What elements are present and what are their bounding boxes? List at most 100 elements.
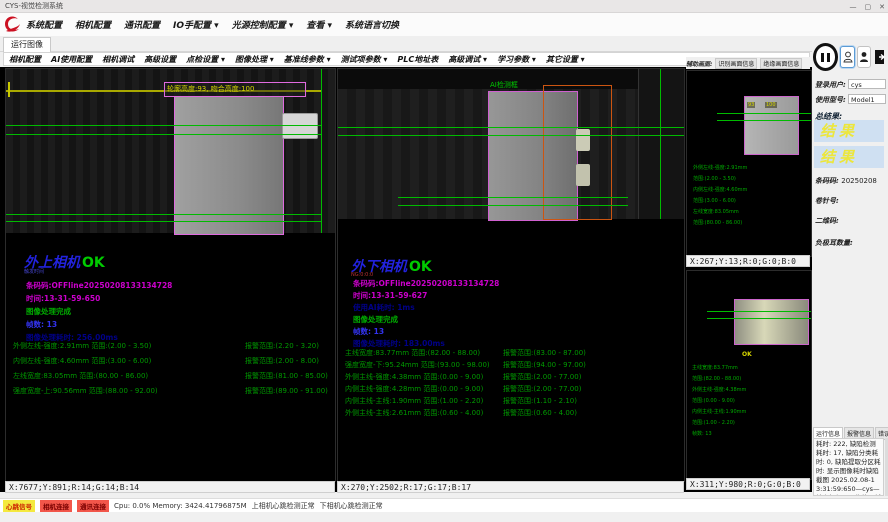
aux-tab-recognition[interactable]: 识别画面信息 bbox=[715, 58, 757, 69]
toolbar-item[interactable]: AI使用配置 bbox=[51, 54, 92, 65]
menu-item[interactable]: 光源控制配置 ▾ bbox=[232, 18, 294, 31]
menu-item[interactable]: IO手配置 ▾ bbox=[173, 18, 219, 31]
toolbar-item[interactable]: 图像处理 ▾ bbox=[235, 54, 274, 65]
toolbar-item[interactable]: 点检设置 ▾ bbox=[186, 54, 225, 65]
measure-line bbox=[707, 311, 811, 312]
close-icon[interactable]: ✕ bbox=[879, 3, 885, 11]
menu-item[interactable]: 通讯配置 bbox=[124, 18, 160, 31]
edge-marker bbox=[8, 82, 10, 97]
menu-item[interactable]: 相机配置 bbox=[75, 18, 111, 31]
time-text: 时间:13-31-59-627 bbox=[353, 290, 427, 301]
measure-line bbox=[338, 127, 684, 128]
toolbar-item[interactable]: 测试项参数 ▾ bbox=[341, 54, 388, 65]
measure-line bbox=[398, 205, 628, 206]
panel-buttons bbox=[813, 43, 887, 71]
vertical-measure-line bbox=[321, 69, 322, 233]
measurement-row: 外侧主线-强度:4.38mm 范围:(0.00 - 9.00) 报警范围:(2.0… bbox=[345, 372, 683, 384]
measurement-list: 主线宽度:83.77mm 范围:(82.00 - 88.00)报警范围:(83.… bbox=[345, 348, 683, 420]
overlay-mark: 93 bbox=[747, 102, 755, 108]
heartbeat-badge: 心跳信号 bbox=[3, 500, 35, 512]
thumb-text-line: 内侧主线-主线:1.90mm bbox=[692, 407, 746, 418]
thumb-result-lines: 主线宽度:83.77mm范围:(82.00 - 88.00)外侧主线-强度:4.… bbox=[692, 363, 746, 440]
alarm-range: 报警范围:(1.10 - 2.10) bbox=[503, 396, 577, 406]
toolbar-item[interactable]: 学习参数 ▾ bbox=[497, 54, 536, 65]
tab-count-label: 负极耳数量: bbox=[815, 238, 853, 248]
thumb-text-line: 内侧左线-强度:4.60mm bbox=[693, 185, 747, 196]
vertical-measure-line bbox=[660, 69, 661, 219]
log-textbox[interactable]: 耗时: 222, 缺陷检测耗时: 17, 缺陷分类耗时: 0, 缺陷提取分区耗时… bbox=[813, 438, 884, 496]
measure-value: 内侧左线-强度:4.60mm 范围:(3.00 - 6.00) bbox=[13, 356, 151, 366]
aux-view-bottom[interactable]: OK 主线宽度:83.77mm范围:(82.00 - 88.00)外侧主线-强度… bbox=[686, 270, 812, 480]
ai-box-label: AI检测框 bbox=[490, 80, 518, 90]
measure-line bbox=[707, 318, 811, 319]
user-switch-button[interactable] bbox=[857, 46, 871, 68]
camera-view-lower[interactable]: AI检测框 外下相机OK NG:0:0:0 条码码:OFFline2025020… bbox=[337, 68, 685, 482]
left-view-coords: X:7677;Y:891;R:14;G:14;B:14 bbox=[5, 481, 335, 493]
menu-item[interactable]: 查看 ▾ bbox=[306, 18, 332, 31]
user-filled-icon bbox=[859, 51, 869, 63]
thumb-text-line: 范围:(3.00 - 6.00) bbox=[693, 196, 747, 207]
maximize-icon[interactable]: ▢ bbox=[865, 3, 872, 11]
process-done-text: 图像处理完成 bbox=[353, 314, 398, 325]
toolbar-item[interactable]: 相机调试 bbox=[102, 54, 134, 65]
mid-view-coords: X:270;Y:2502;R:17;G:17;B:17 bbox=[337, 481, 684, 493]
login-label: 登录用户: bbox=[815, 80, 846, 90]
model-field[interactable]: Model1 bbox=[848, 94, 886, 104]
measure-value: 外侧主线-强度:4.38mm 范围:(0.00 - 9.00) bbox=[345, 372, 483, 382]
alarm-range: 报警范围:(2.00 - 77.00) bbox=[503, 384, 581, 394]
camera-view-upper[interactable]: 轮廓高度:93, 吻合高度:100 外上相机OK 触发时间 条码码:OFFlin… bbox=[5, 68, 336, 482]
toolbar-item[interactable]: PLC地址表 bbox=[397, 54, 438, 65]
titlebar: CYS-视觉检测系统 bbox=[0, 0, 888, 13]
minimize-icon[interactable]: — bbox=[850, 3, 857, 11]
toolbar-item[interactable]: 其它设置 ▾ bbox=[546, 54, 585, 65]
pause-button[interactable] bbox=[813, 43, 838, 71]
connector-part bbox=[282, 113, 318, 139]
thumb-text-line: 外侧主线-强度:4.38mm bbox=[692, 385, 746, 396]
measure-value: 外侧主线-主线:2.61mm 范围:(0.60 - 4.00) bbox=[345, 408, 483, 418]
measurement-row: 内侧主线-强度:4.28mm 范围:(0.00 - 9.00) 报警范围:(2.0… bbox=[345, 384, 683, 396]
aux-view-label: 辅助画面: bbox=[686, 59, 712, 68]
process-done-text: 图像处理完成 bbox=[26, 306, 71, 317]
qr-label: 二维码: bbox=[815, 216, 839, 226]
window-controls: — ▢ ✕ bbox=[850, 0, 886, 13]
ai-time-text: 使用AI耗时: 1ms bbox=[353, 302, 415, 313]
menu-item[interactable]: 系统配置 bbox=[26, 18, 62, 31]
model-label: 使用型号: bbox=[815, 95, 846, 105]
tab-run-image[interactable]: 运行图像 bbox=[3, 37, 51, 52]
barcode-label: 条码码: 20250208 bbox=[815, 176, 877, 186]
aux-view-top[interactable]: 93 100 外侧左线-强度:2.91mm范围:(2.00 - 3.50)内侧左… bbox=[686, 70, 812, 257]
fixture-column bbox=[638, 69, 685, 219]
thumb-text-line: 范围:(1.00 - 2.20) bbox=[692, 418, 746, 429]
barcode-value: 20250208 bbox=[841, 177, 877, 185]
thumb-text-line: 范围:(80.00 - 86.00) bbox=[693, 218, 747, 229]
measurement-row: 外侧左线-强度:2.91mm 范围:(2.00 - 3.50)报警范围:(2.2… bbox=[13, 341, 333, 356]
overlay-mark: 100 bbox=[765, 102, 777, 108]
toolbar-item[interactable]: 相机配置 bbox=[9, 54, 41, 65]
alarm-range: 报警范围:(2.00 - 77.00) bbox=[503, 372, 581, 382]
login-user-field[interactable]: cys bbox=[848, 79, 886, 89]
exit-button[interactable] bbox=[873, 47, 887, 67]
measure-value: 内侧主线-强度:4.28mm 范围:(0.00 - 9.00) bbox=[345, 384, 483, 394]
ok-mark: OK bbox=[742, 351, 752, 358]
result-badge-lower: 结果 bbox=[814, 146, 884, 168]
measurement-row: 主线宽度:83.77mm 范围:(82.00 - 88.00)报警范围:(83.… bbox=[345, 348, 683, 360]
thumb-text-line: 范围:(82.00 - 88.00) bbox=[692, 374, 746, 385]
comm-link-badge: 通讯连接 bbox=[77, 500, 109, 512]
ai-detect-box bbox=[543, 85, 612, 220]
toolbar-item[interactable]: 高级调试 ▾ bbox=[448, 54, 487, 65]
user-login-button[interactable] bbox=[840, 46, 854, 68]
aux-tab-insulation[interactable]: 绝缘画面信息 bbox=[760, 58, 802, 69]
measure-value: 强度宽度-上:90.56mm 范围:(88.00 - 92.00) bbox=[13, 386, 158, 396]
menu-item[interactable]: 系统语言切换 bbox=[345, 18, 399, 31]
thumb-text-line: 范围:(0.00 - 9.00) bbox=[692, 396, 746, 407]
toolbar-item[interactable]: 高级设置 bbox=[144, 54, 176, 65]
measure-value: 外侧左线-强度:2.91mm 范围:(2.00 - 3.50) bbox=[13, 341, 151, 351]
toolbar-item[interactable]: 基准线参数 ▾ bbox=[284, 54, 331, 65]
exit-door-icon bbox=[873, 49, 887, 65]
frame-count-text: 帧数: 13 bbox=[353, 326, 384, 337]
measurement-list: 外侧左线-强度:2.91mm 范围:(2.00 - 3.50)报警范围:(2.2… bbox=[13, 341, 333, 401]
aux-top-coords: X:267;Y:13;R:0;G:0;B:0 bbox=[686, 255, 810, 267]
thumb-text-line: 帧数: 13 bbox=[692, 429, 746, 440]
alarm-range: 报警范围:(2.00 - 8.00) bbox=[245, 356, 319, 366]
ok-status: OK bbox=[409, 259, 432, 275]
